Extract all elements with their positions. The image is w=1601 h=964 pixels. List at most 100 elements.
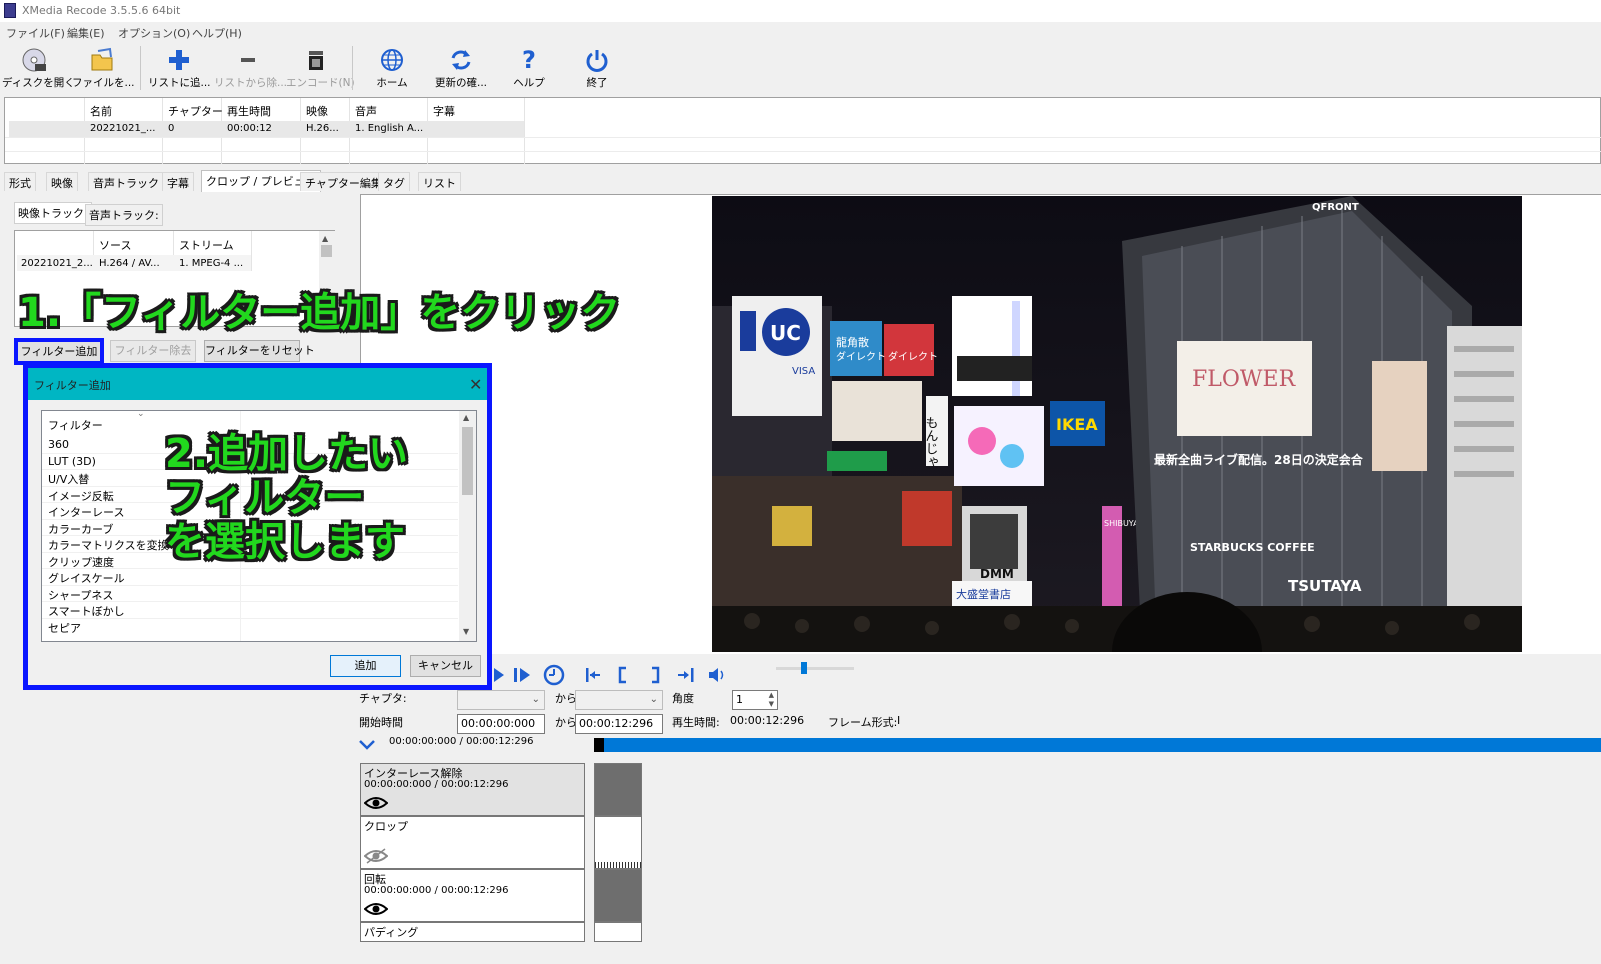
go-start-icon: [586, 668, 600, 682]
angle-label: 角度: [672, 692, 694, 705]
exit-button[interactable]: 終了: [574, 44, 620, 94]
clapper-icon: [302, 46, 330, 74]
remove-from-list-button[interactable]: リストから除...: [214, 44, 287, 94]
timeline-clip[interactable]: [594, 763, 642, 816]
list-item[interactable]: カラーマトリクスを変換: [48, 537, 169, 553]
sign-ryukaku: 龍角散: [836, 335, 869, 349]
timeline-filter-row[interactable]: クロップ: [360, 816, 585, 869]
sort-arrow-icon: ⌄: [137, 409, 145, 419]
angle-stepper[interactable]: 1 ▲ ▼: [732, 690, 778, 710]
timeline-filter-row[interactable]: インターレース解除 00:00:00:000 / 00:00:12:296: [360, 763, 585, 816]
disc-icon: [20, 46, 48, 74]
menu-options[interactable]: オプション(O): [118, 25, 190, 41]
column-header[interactable]: 再生時間: [227, 103, 271, 119]
window-title: XMedia Recode 3.5.5.6 64bit: [22, 4, 181, 17]
add-filter-button[interactable]: フィルター追加: [14, 338, 104, 365]
sign-tsutaya: TSUTAYA: [1288, 577, 1362, 595]
tab-video[interactable]: 映像: [46, 172, 78, 191]
sign-ikea: IKEA: [1056, 415, 1098, 434]
play-time-value: 00:00:12:296: [730, 714, 805, 727]
encode-button[interactable]: エンコード(N): [286, 44, 355, 94]
timeline-filter-row[interactable]: パディング: [360, 922, 585, 942]
list-item[interactable]: スマートぼかし: [48, 603, 125, 619]
list-item[interactable]: 360: [48, 438, 69, 454]
tab-list[interactable]: リスト: [418, 172, 461, 191]
menu-file[interactable]: ファイル(F): [6, 25, 65, 41]
end-time-input[interactable]: 00:00:12:296: [575, 714, 663, 734]
add-to-list-button[interactable]: リストに追...: [148, 44, 211, 94]
toolbar-separator: [140, 46, 141, 90]
tab-tag[interactable]: タグ: [378, 172, 410, 191]
globe-icon: [378, 46, 406, 74]
column-header[interactable]: ストリーム: [179, 237, 234, 253]
remove-filter-button[interactable]: フィルター除去: [110, 340, 196, 362]
sign-pink: SHIBUYA: [1104, 519, 1139, 528]
tab-format[interactable]: 形式: [4, 172, 36, 191]
folder-icon: [88, 46, 116, 74]
reset-filter-button[interactable]: フィルターをリセット: [204, 340, 315, 362]
power-icon: [583, 46, 611, 74]
timeline-clip[interactable]: [594, 922, 642, 942]
file-list[interactable]: 名前 チャプター 再生時間 映像 音声 字幕 20221021_... 0 00…: [4, 97, 1601, 164]
open-disc-button[interactable]: ディスクを開く: [2, 44, 75, 94]
column-header[interactable]: ソース: [99, 237, 131, 253]
open-file-button[interactable]: ファイルを...: [72, 44, 135, 94]
tab-chapter-edit[interactable]: チャプター編集: [300, 172, 387, 191]
sign-visa: VISA: [792, 366, 815, 377]
frame-type-label: フレーム形式:: [828, 716, 898, 729]
list-item[interactable]: グレイスケール: [48, 570, 125, 586]
next-frame-icon: [514, 668, 530, 682]
position-readout: 00:00:00:000 / 00:00:12:296: [389, 736, 534, 747]
tab-subtitle[interactable]: 字幕: [162, 172, 194, 191]
list-item[interactable]: セピア: [48, 620, 81, 636]
volume-icon: [709, 668, 724, 682]
column-header[interactable]: 音声: [355, 103, 377, 119]
column-header[interactable]: 名前: [90, 103, 112, 119]
video-track-tab[interactable]: 映像トラック:: [14, 202, 92, 224]
column-header[interactable]: フィルター: [48, 417, 103, 433]
chevron-down-icon[interactable]: [358, 738, 376, 752]
dialog-add-button[interactable]: 追加: [330, 655, 401, 677]
go-end-icon: [678, 668, 694, 682]
column-header[interactable]: 字幕: [433, 103, 455, 119]
menu-help[interactable]: ヘルプ(H): [192, 25, 242, 41]
help-button[interactable]: ? ヘルプ: [506, 44, 552, 94]
mark-in-icon: [618, 666, 626, 684]
sign-bookstore: 大盛堂書店: [956, 587, 1011, 601]
seek-handle[interactable]: [594, 738, 604, 752]
clock-icon: [543, 664, 565, 686]
column-header[interactable]: チャプター: [168, 103, 223, 119]
timeline-filter-row[interactable]: 回転 00:00:00:000 / 00:00:12:296: [360, 869, 585, 922]
annotation-step2: 2.追加したい フィルター を選択します: [165, 431, 409, 565]
dialog-cancel-button[interactable]: キャンセル: [410, 655, 481, 677]
table-cell: 0: [168, 123, 175, 134]
scrollbar[interactable]: ▲ ▼: [459, 411, 476, 641]
chapter-end-select[interactable]: ⌄: [575, 690, 663, 710]
eye-off-icon[interactable]: [363, 848, 389, 867]
chapter-start-select[interactable]: ⌄: [457, 690, 545, 710]
eye-icon[interactable]: [363, 901, 389, 920]
timeline-clip[interactable]: [594, 869, 642, 922]
home-button[interactable]: ホーム: [364, 44, 420, 94]
frame-type-value: I: [897, 714, 901, 727]
table-cell: 1. English A...: [355, 123, 424, 134]
timeline-clip[interactable]: [594, 816, 642, 869]
seek-bar[interactable]: [594, 738, 1601, 752]
list-item[interactable]: インターレース: [48, 504, 124, 520]
annotation-step1: 1.「フィルター追加」をクリック: [18, 290, 621, 336]
start-time-input[interactable]: 00:00:00:000: [457, 714, 545, 734]
sign-starbucks: STARBUCKS COFFEE: [1190, 541, 1315, 554]
dialog-title-bar: フィルター追加 ✕: [28, 368, 487, 400]
menu-edit[interactable]: 編集(E): [67, 25, 105, 41]
volume-slider[interactable]: [776, 662, 854, 674]
list-item[interactable]: U/V入替: [48, 471, 89, 487]
close-icon[interactable]: ✕: [469, 375, 482, 394]
column-header[interactable]: 映像: [306, 103, 328, 119]
check-update-button[interactable]: 更新の確...: [430, 44, 492, 94]
eye-icon[interactable]: [363, 795, 389, 814]
mark-out-icon: [652, 666, 660, 684]
chapter-label: チャプタ:: [359, 692, 407, 705]
audio-track-tab[interactable]: 音声トラック:: [85, 204, 163, 226]
menu-bar: ファイル(F) 編集(E) オプション(O) ヘルプ(H): [0, 22, 1601, 42]
refresh-icon: [447, 46, 475, 74]
